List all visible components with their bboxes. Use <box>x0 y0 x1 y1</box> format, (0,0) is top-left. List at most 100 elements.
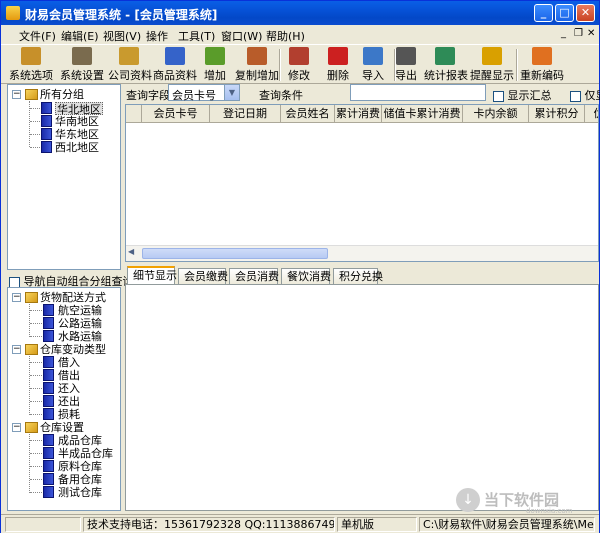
toolbar-delete-button[interactable]: 删除 <box>323 47 353 83</box>
nav-category[interactable]: 仓库设置 <box>40 421 84 434</box>
nav-item[interactable]: 成品仓库 <box>58 434 102 447</box>
folder-icon <box>25 344 38 355</box>
nav-item[interactable]: 还出 <box>58 395 80 408</box>
toolbar: 系统选项 系统设置 公司资料 商品资料 增加 复制增加 修改 删除 导入 导出 统计报表 提醒显示 重新… <box>1 44 599 84</box>
grid-corner <box>126 105 142 123</box>
toolbar-import-button[interactable]: 导入 <box>358 47 388 83</box>
grid-column-header[interactable]: 累计积分 <box>529 105 585 123</box>
nav-item[interactable]: 借入 <box>58 356 80 369</box>
show-summary-checkbox[interactable] <box>493 90 504 102</box>
nav-item[interactable]: 测试仓库 <box>58 486 102 499</box>
tab-4[interactable]: 积分兑换 <box>333 268 383 285</box>
company-icon <box>119 47 139 65</box>
nav-item[interactable]: 公路运输 <box>58 317 102 330</box>
nav-auto-combine-checkbox[interactable] <box>9 276 20 288</box>
menu-operate[interactable]: 操作 <box>146 28 168 44</box>
toolbar-reminder-button[interactable]: 提醒显示 <box>468 47 516 83</box>
tab-1[interactable]: 会员缴费 <box>178 268 228 285</box>
only-show-checkbox[interactable] <box>570 90 581 102</box>
toolbar-goods-button[interactable]: 商品资料 <box>152 47 198 83</box>
tab-0[interactable]: 细节显示 <box>127 266 177 285</box>
nav-item[interactable]: 损耗 <box>58 408 80 421</box>
toolbar-recode-button[interactable]: 重新编码 <box>520 47 564 83</box>
toolbar-label: 修改 <box>288 69 310 82</box>
tree-line <box>30 375 42 376</box>
tree-line <box>29 304 30 337</box>
query-condition-input[interactable] <box>350 84 486 101</box>
menu-tools[interactable]: 工具(T) <box>178 28 215 44</box>
mdi-minimize-icon[interactable]: _ <box>561 28 566 39</box>
title-bar[interactable]: 财易会员管理系统 - [会员管理系统] _ □ ✕ <box>1 1 599 25</box>
close-button[interactable]: ✕ <box>576 4 595 22</box>
toolbar-label: 系统选项 <box>9 69 53 82</box>
grid-column-header[interactable]: 卡内余额 <box>463 105 529 123</box>
horizontal-scrollbar[interactable]: ◀ <box>126 245 598 261</box>
tree-root-all-groups[interactable]: 所有分组 <box>40 88 84 101</box>
tree-line <box>29 356 30 415</box>
grid-column-header[interactable]: 优惠 <box>585 105 598 123</box>
copy-add-icon <box>247 47 267 65</box>
mdi-restore-icon[interactable]: ❐ <box>574 28 583 39</box>
maximize-button[interactable]: □ <box>555 4 574 22</box>
toolbar-options-button[interactable]: 系统选项 <box>7 47 55 83</box>
toolbar-report-button[interactable]: 统计报表 <box>424 47 468 83</box>
query-field-select[interactable]: 会员卡号 ▼ <box>168 84 240 102</box>
nav-item[interactable]: 备用仓库 <box>58 473 102 486</box>
tree-line <box>30 362 42 363</box>
toolbar-separator <box>279 49 281 81</box>
settings-icon <box>72 47 92 65</box>
tree-line <box>29 434 30 493</box>
scrollbar-thumb[interactable] <box>142 248 328 259</box>
grid-column-header[interactable]: 会员卡号 <box>142 105 210 123</box>
toolbar-edit-button[interactable]: 修改 <box>284 47 314 83</box>
members-grid[interactable]: ◀ 会员卡号登记日期会员姓名累计消费储值卡累计消费卡内余额累计积分优惠 <box>125 104 599 262</box>
collapse-icon[interactable]: − <box>12 345 21 354</box>
nav-category[interactable]: 货物配送方式 <box>40 291 106 304</box>
collapse-icon[interactable]: − <box>12 293 21 302</box>
grid-column-header[interactable]: 累计消费 <box>335 105 382 123</box>
toolbar-copy-add-button[interactable]: 复制增加 <box>233 47 281 83</box>
toolbar-label: 复制增加 <box>235 69 279 82</box>
tab-2[interactable]: 会员消费 <box>229 268 279 285</box>
nav-item[interactable]: 还入 <box>58 382 80 395</box>
tree-item-region[interactable]: 华东地区 <box>55 128 99 141</box>
nav-item[interactable]: 借出 <box>58 369 80 382</box>
nav-category[interactable]: 仓库变动类型 <box>40 343 106 356</box>
nav-item[interactable]: 水路运输 <box>58 330 102 343</box>
toolbar-settings-button[interactable]: 系统设置 <box>58 47 106 83</box>
only-show-option[interactable]: 仅显 <box>570 87 600 103</box>
nav-item[interactable]: 原料仓库 <box>58 460 102 473</box>
tab-3[interactable]: 餐饮消费 <box>281 268 331 285</box>
menu-edit[interactable]: 编辑(E) <box>61 28 99 44</box>
show-summary-option[interactable]: 显示汇总 <box>493 87 552 103</box>
toolbar-company-button[interactable]: 公司资料 <box>108 47 152 83</box>
tree-item-region[interactable]: 西北地区 <box>55 141 99 154</box>
tree-line <box>30 323 42 324</box>
nav-item[interactable]: 半成品仓库 <box>58 447 113 460</box>
tree-line <box>30 453 42 454</box>
menu-window[interactable]: 窗口(W) <box>221 28 262 44</box>
scroll-left-icon[interactable]: ◀ <box>128 247 134 256</box>
nav-item[interactable]: 航空运输 <box>58 304 102 317</box>
menu-file[interactable]: 文件(F) <box>19 28 56 44</box>
tree-item-region[interactable]: 华北地区 <box>55 102 103 116</box>
chevron-down-icon[interactable]: ▼ <box>224 85 239 100</box>
tree-line <box>30 440 42 441</box>
menu-help[interactable]: 帮助(H) <box>266 28 305 44</box>
menu-view[interactable]: 视图(V) <box>103 28 141 44</box>
grid-column-header[interactable]: 储值卡累计消费 <box>382 105 463 123</box>
group-tree-panel: − 所有分组 华北地区 华南地区 华东地区 西北地区 <box>7 84 121 270</box>
tree-line <box>30 466 42 467</box>
collapse-icon[interactable]: − <box>12 90 21 99</box>
minimize-button[interactable]: _ <box>534 4 553 22</box>
grid-column-header[interactable]: 会员姓名 <box>281 105 335 123</box>
collapse-icon[interactable]: − <box>12 423 21 432</box>
toolbar-add-user-button[interactable]: 增加 <box>200 47 230 83</box>
tree-item-region[interactable]: 华南地区 <box>55 115 99 128</box>
grid-column-header[interactable]: 登记日期 <box>210 105 281 123</box>
mdi-close-icon[interactable]: ✕ <box>587 28 595 39</box>
status-mode: 单机版 <box>337 517 417 532</box>
options-icon <box>21 47 41 65</box>
download-icon: ↓ <box>456 488 480 512</box>
tree-line <box>30 310 42 311</box>
